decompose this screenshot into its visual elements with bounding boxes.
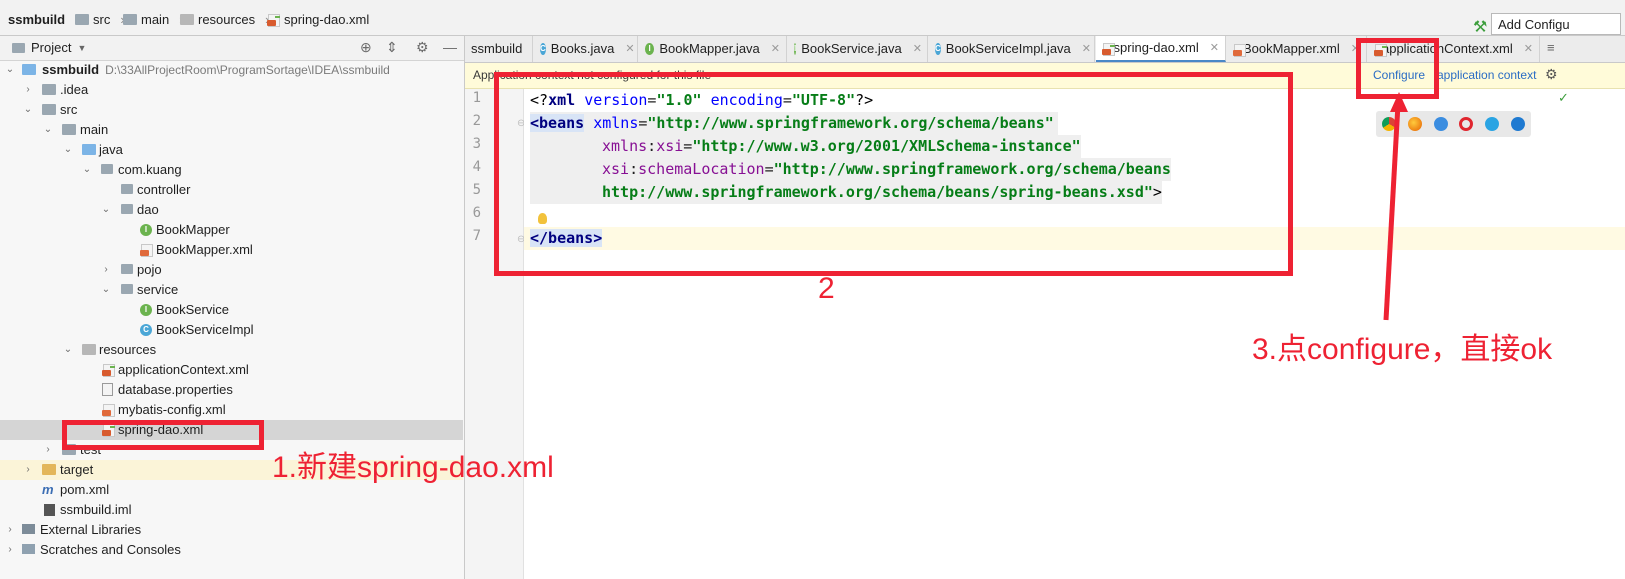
annotation-step3: 3.点configure，直接ok <box>1252 333 1553 366</box>
annotation-arrow <box>1383 92 1408 321</box>
annotation-arrow-line <box>1383 103 1401 321</box>
annotation-step2: 2 <box>818 272 835 305</box>
annotation-arrow-head <box>1390 92 1408 112</box>
annotation-step1: 1.新建spring-dao.xml <box>272 451 554 484</box>
